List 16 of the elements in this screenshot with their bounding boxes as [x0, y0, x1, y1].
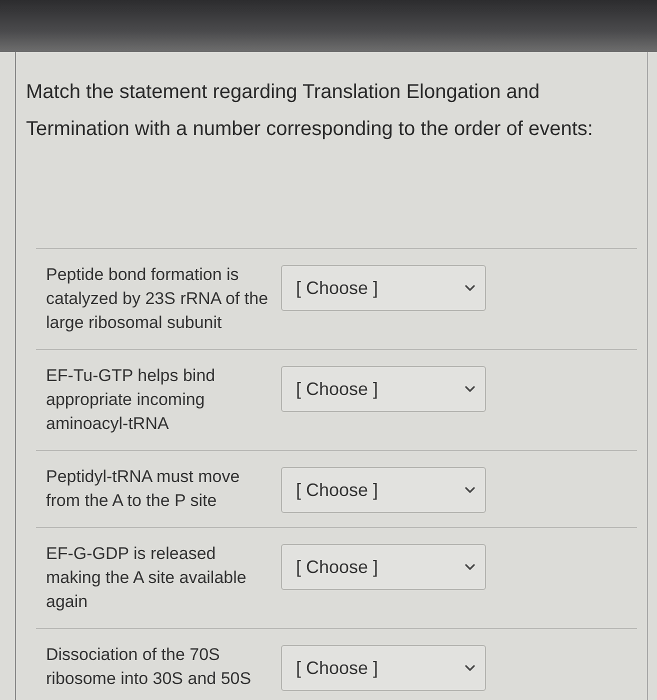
answer-dropdown[interactable]: [ Choose ]	[281, 265, 486, 311]
answer-dropdown[interactable]: [ Choose ]	[281, 645, 486, 691]
chevron-down-icon	[465, 285, 475, 291]
chevron-down-icon	[465, 564, 475, 570]
question-prompt: Match the statement regarding Translation Elongation and Termination with a number corresponding to the order of events:	[26, 80, 594, 142]
chevron-down-icon	[465, 487, 475, 493]
answer-dropdown[interactable]: [ Choose ]	[281, 366, 486, 412]
answer-dropdown[interactable]: [ Choose ]	[281, 467, 486, 513]
statement-text: Dissociation of the 70S ribosome into 30S and 50S	[46, 644, 252, 690]
chevron-down-icon	[465, 386, 475, 392]
statement-text: Peptidyl-tRNA must move from the A to the P site	[46, 466, 241, 512]
statement-text: EF-G-GDP is released making the A site available again	[46, 543, 248, 613]
statement-text: Peptide bond formation is catalyzed by 23S rRNA of the large ribosomal subunit	[46, 264, 270, 334]
answer-dropdown[interactable]: [ Choose ]	[281, 544, 486, 590]
chevron-down-icon	[465, 665, 475, 671]
statement-text: EF-Tu-GTP helps bind appropriate incoming aminoacyl-tRNA	[46, 365, 216, 435]
